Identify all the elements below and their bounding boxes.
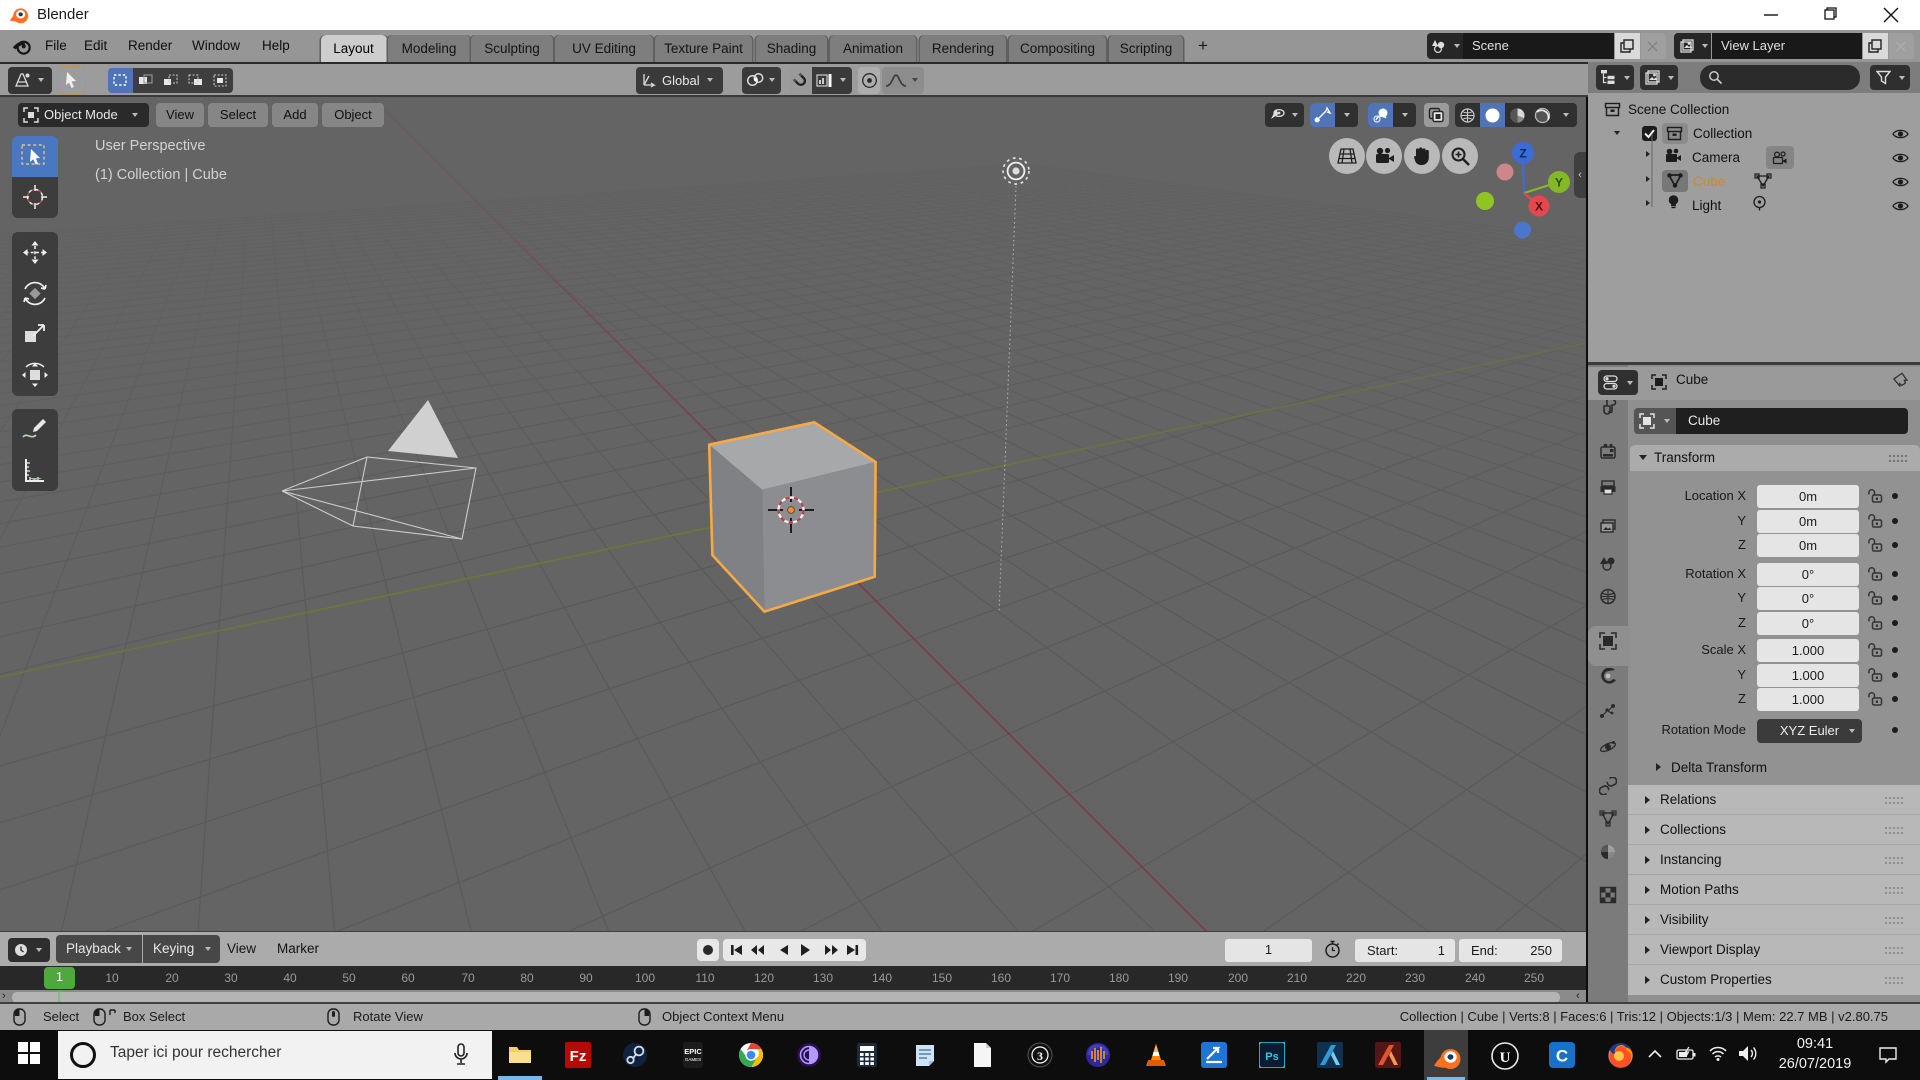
svg-text:X: X xyxy=(1535,200,1543,214)
svg-text:Ps: Ps xyxy=(1265,1051,1278,1063)
svg-text:Fz: Fz xyxy=(570,1048,587,1065)
svg-text:C: C xyxy=(1556,1047,1568,1066)
svg-text:U: U xyxy=(1500,1050,1511,1066)
svg-text:EPIC: EPIC xyxy=(684,1047,702,1056)
svg-text:GAMES: GAMES xyxy=(685,1057,701,1062)
svg-text:Z: Z xyxy=(1519,147,1526,161)
svg-text:3: 3 xyxy=(1037,1049,1043,1063)
svg-text:Y: Y xyxy=(1555,176,1563,190)
